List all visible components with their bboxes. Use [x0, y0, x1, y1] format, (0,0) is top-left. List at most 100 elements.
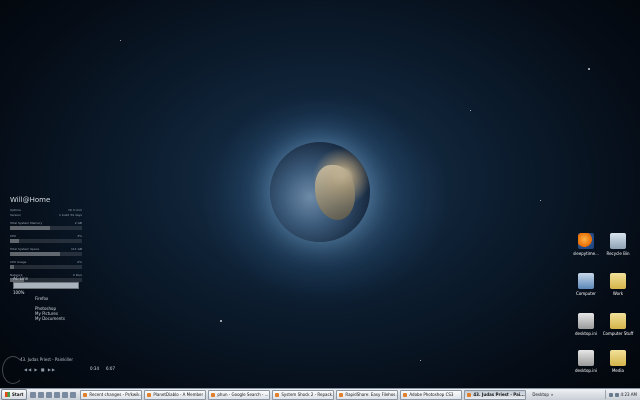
widget-section-label: CPU Usage — [10, 259, 27, 264]
start-button[interactable]: Start — [1, 389, 28, 400]
widget-section-value: 3% — [77, 233, 82, 238]
quick-launch-bar — [30, 391, 77, 398]
desktop-icon[interactable]: Media — [602, 350, 634, 373]
app-icon — [275, 392, 280, 397]
system-tray: 4:23 AM — [604, 390, 640, 399]
power-bar — [13, 282, 79, 289]
clock[interactable]: 4:23 AM — [621, 392, 637, 397]
taskbar-button[interactable]: 43. Judas Priest - Pai... — [464, 389, 527, 400]
computer-icon — [578, 273, 594, 289]
app-icon — [403, 392, 408, 397]
star — [420, 360, 421, 361]
desktop-icon[interactable]: Computer Stuff — [602, 313, 634, 336]
app-icon — [147, 392, 152, 397]
desktop-icon[interactable]: Work — [602, 273, 634, 296]
app-icon — [83, 392, 88, 397]
app-icon — [339, 392, 344, 397]
taskbar-button[interactable]: phun - Google Search - ... — [208, 389, 271, 400]
widget-section-label: CPU — [10, 233, 17, 238]
power-percent: 100% — [13, 290, 25, 295]
quick-launch-icon[interactable] — [70, 391, 77, 398]
taskbar-button[interactable]: PlanetDiablo - A Member ... — [144, 389, 207, 400]
taskbar-button-label: 43. Judas Priest - Pai... — [473, 392, 525, 397]
desktop-toolbar-label: Desktop — [532, 392, 549, 397]
quick-launch-icon[interactable] — [46, 391, 53, 398]
desktop-icon[interactable]: Recycle Bin — [602, 233, 634, 256]
widget-section: CPU 3% — [10, 233, 82, 243]
desktop-icon-label: Work — [612, 291, 624, 296]
desktop-icon-label: Computer — [576, 291, 596, 296]
desktop-toolbar[interactable]: Desktop » — [532, 392, 553, 397]
power-label: AC Line — [13, 276, 29, 281]
taskbar-button[interactable]: RapidShare: Easy Filehos... — [336, 389, 399, 400]
quick-launch-icon[interactable] — [54, 391, 61, 398]
elapsed-time: 0:34 — [90, 366, 99, 371]
desktop-icon-label: desktop.ini — [575, 331, 597, 336]
taskbar-button-label: phun - Google Search - ... — [217, 392, 269, 397]
desktop-icon[interactable]: Computer — [570, 273, 602, 296]
widget-section-header: Total System Memory 2 GB — [10, 220, 82, 225]
star — [588, 68, 590, 70]
now-playing-track: 43. Judas Priest - Painkiller — [20, 357, 73, 362]
widget-row-value: hh h:mm — [68, 207, 82, 212]
widget-row: Version 1 build 34 days — [10, 212, 82, 217]
taskbar-button[interactable]: Adobe Photoshop CS3 — [400, 389, 463, 400]
quick-launch-icon[interactable] — [38, 391, 45, 398]
start-label: Start — [12, 392, 24, 397]
ini-file-icon — [578, 313, 594, 329]
launcher-my-documents[interactable]: My Documents — [35, 316, 65, 321]
widget-usage-bar — [10, 252, 82, 256]
taskbar-button-label: Adobe Photoshop CS3 — [409, 392, 454, 397]
tray-icon[interactable] — [614, 392, 619, 397]
widget-section-label: Total System Memory — [10, 220, 43, 225]
widget-row-label: Uptime — [10, 207, 21, 212]
taskbar-button[interactable]: System Shock 2 - Repack... — [272, 389, 335, 400]
desktop-icon-label: desktop.ini — [575, 368, 597, 373]
widget-usage-bar — [10, 239, 82, 243]
taskbar-button[interactable]: Recent changes - Pr/kwik... — [80, 389, 143, 400]
widget-usage-bar — [10, 265, 82, 269]
folder-icon — [610, 273, 626, 289]
widget-usage-fill — [10, 265, 14, 269]
widget-section-header: Total System Space 111 GB — [10, 246, 82, 251]
quick-launch-icon[interactable] — [62, 391, 69, 398]
recycle-bin-icon — [610, 233, 626, 249]
widget-title: Will@Home — [10, 196, 51, 204]
star — [220, 320, 222, 322]
desktop-icon[interactable]: desktop.ini — [570, 350, 602, 373]
quick-launch-icon[interactable] — [30, 391, 37, 398]
taskbar-tasks: Recent changes - Pr/kwik... PlanetDiablo … — [80, 389, 527, 400]
desktop-icon-label: Computer Stuff — [602, 331, 634, 336]
firefox-icon — [578, 233, 594, 249]
chevron-right-icon: » — [550, 392, 554, 397]
power-bar-fill — [14, 283, 78, 288]
taskbar: Start Recent changes - Pr/kwik... PlanetD… — [0, 388, 640, 400]
folder-icon — [610, 313, 626, 329]
player-controls[interactable]: ◀◀ ▶ ■ ▶▶ — [24, 367, 56, 372]
star — [470, 110, 471, 111]
widget-section-value: 2 GB — [74, 220, 82, 225]
taskbar-button-label: Recent changes - Pr/kwik... — [89, 392, 143, 397]
power-meter: AC Line 100% — [13, 276, 79, 295]
desktop-icon-label: Media — [611, 368, 624, 373]
widget-section: CPU Usage 0% — [10, 259, 82, 269]
launcher-firefox[interactable]: Firefox — [35, 296, 65, 301]
star — [540, 200, 541, 201]
windows-flag-icon — [5, 392, 10, 397]
tray-icon[interactable] — [608, 392, 613, 397]
widget-section-header: CPU 3% — [10, 233, 82, 238]
taskbar-button-label: RapidShare: Easy Filehos... — [345, 392, 399, 397]
desktop-icon[interactable]: desktop.ini — [570, 313, 602, 336]
widget-section-header: CPU Usage 0% — [10, 259, 82, 264]
desktop-icon-label: sleepytime... — [573, 251, 599, 256]
app-icon — [467, 392, 472, 397]
widget-usage-bar — [10, 226, 82, 230]
widget-section: Total System Memory 2 GB — [10, 220, 82, 230]
ini-file-icon — [578, 350, 594, 366]
widget-section-value: 111 GB — [70, 246, 82, 251]
desktop-icon[interactable]: sleepytime... — [570, 233, 602, 256]
quick-launcher: Firefox Photoshop My Pictures My Documen… — [35, 296, 65, 321]
widget-usage-fill — [10, 239, 19, 243]
taskbar-button-label: System Shock 2 - Repack... — [281, 392, 335, 397]
widget-row-value: 1 build 34 days — [58, 212, 82, 217]
